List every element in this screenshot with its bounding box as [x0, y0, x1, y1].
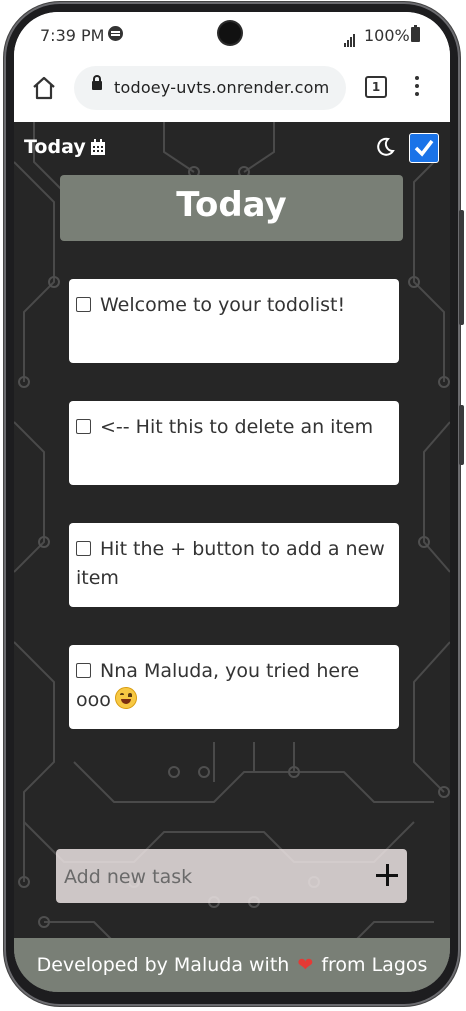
spotify-icon: [108, 26, 123, 41]
checkmark-icon: [414, 139, 434, 157]
todo-checkbox[interactable]: [76, 541, 91, 556]
page-title: Today: [176, 185, 287, 225]
power-button: [459, 405, 464, 465]
footer-text-before: Developed by Maluda with: [36, 954, 290, 976]
lock-icon: [92, 75, 102, 90]
screen: 7:39 PM 100% todoey-uvts.onrender.com 1: [14, 12, 450, 992]
status-bar: 7:39 PM 100%: [14, 12, 450, 60]
todo-checkbox[interactable]: [76, 663, 91, 678]
battery-icon: [411, 25, 420, 42]
add-task-bar: [56, 849, 407, 905]
moon-icon[interactable]: [374, 136, 396, 158]
todo-row: <-- Hit this to delete an item: [76, 413, 389, 442]
heart-icon: ❤: [297, 954, 314, 976]
laughing-emoji-icon: [114, 687, 137, 709]
more-menu-icon[interactable]: [415, 76, 419, 96]
todo-row: Nna Maluda, you tried here ooo: [76, 657, 389, 715]
volume-button: [459, 210, 464, 325]
theme-checkbox[interactable]: [409, 133, 439, 163]
title-card: Today: [60, 175, 403, 241]
battery-percent: 100%: [364, 26, 410, 45]
todo-text: <-- Hit this to delete an item: [100, 416, 374, 438]
todo-row: Hit the + button to add a new item: [76, 535, 389, 593]
status-time: 7:39 PM: [40, 26, 105, 45]
signal-icon: [344, 28, 356, 47]
todo-item: Nna Maluda, you tried here ooo: [69, 645, 399, 729]
todo-row: Welcome to your todolist!: [76, 291, 389, 320]
todo-app: Today Today Welcome to your todolist! <-…: [14, 122, 450, 992]
footer: Developed by Maluda with ❤ from Lagos: [14, 938, 450, 992]
front-camera: [219, 22, 241, 44]
tabs-button[interactable]: 1: [365, 76, 387, 98]
todo-item: <-- Hit this to delete an item: [69, 401, 399, 485]
footer-text-after: from Lagos: [321, 954, 428, 976]
add-task-button[interactable]: [373, 861, 401, 889]
todo-text: Hit the + button to add a new item: [76, 538, 385, 589]
today-nav-label: Today: [24, 136, 86, 158]
todo-text: Welcome to your todolist!: [100, 294, 346, 316]
url-field[interactable]: todoey-uvts.onrender.com: [74, 66, 346, 110]
calendar-icon: [90, 138, 105, 155]
add-task-input[interactable]: [62, 849, 356, 905]
today-nav[interactable]: Today: [24, 136, 106, 158]
url-text: todoey-uvts.onrender.com: [114, 78, 330, 97]
todo-checkbox[interactable]: [76, 297, 91, 312]
home-icon[interactable]: [30, 74, 58, 102]
todo-item: Hit the + button to add a new item: [69, 523, 399, 607]
browser-toolbar: todoey-uvts.onrender.com 1: [14, 60, 450, 122]
todo-checkbox[interactable]: [76, 419, 91, 434]
todo-item: Welcome to your todolist!: [69, 279, 399, 363]
